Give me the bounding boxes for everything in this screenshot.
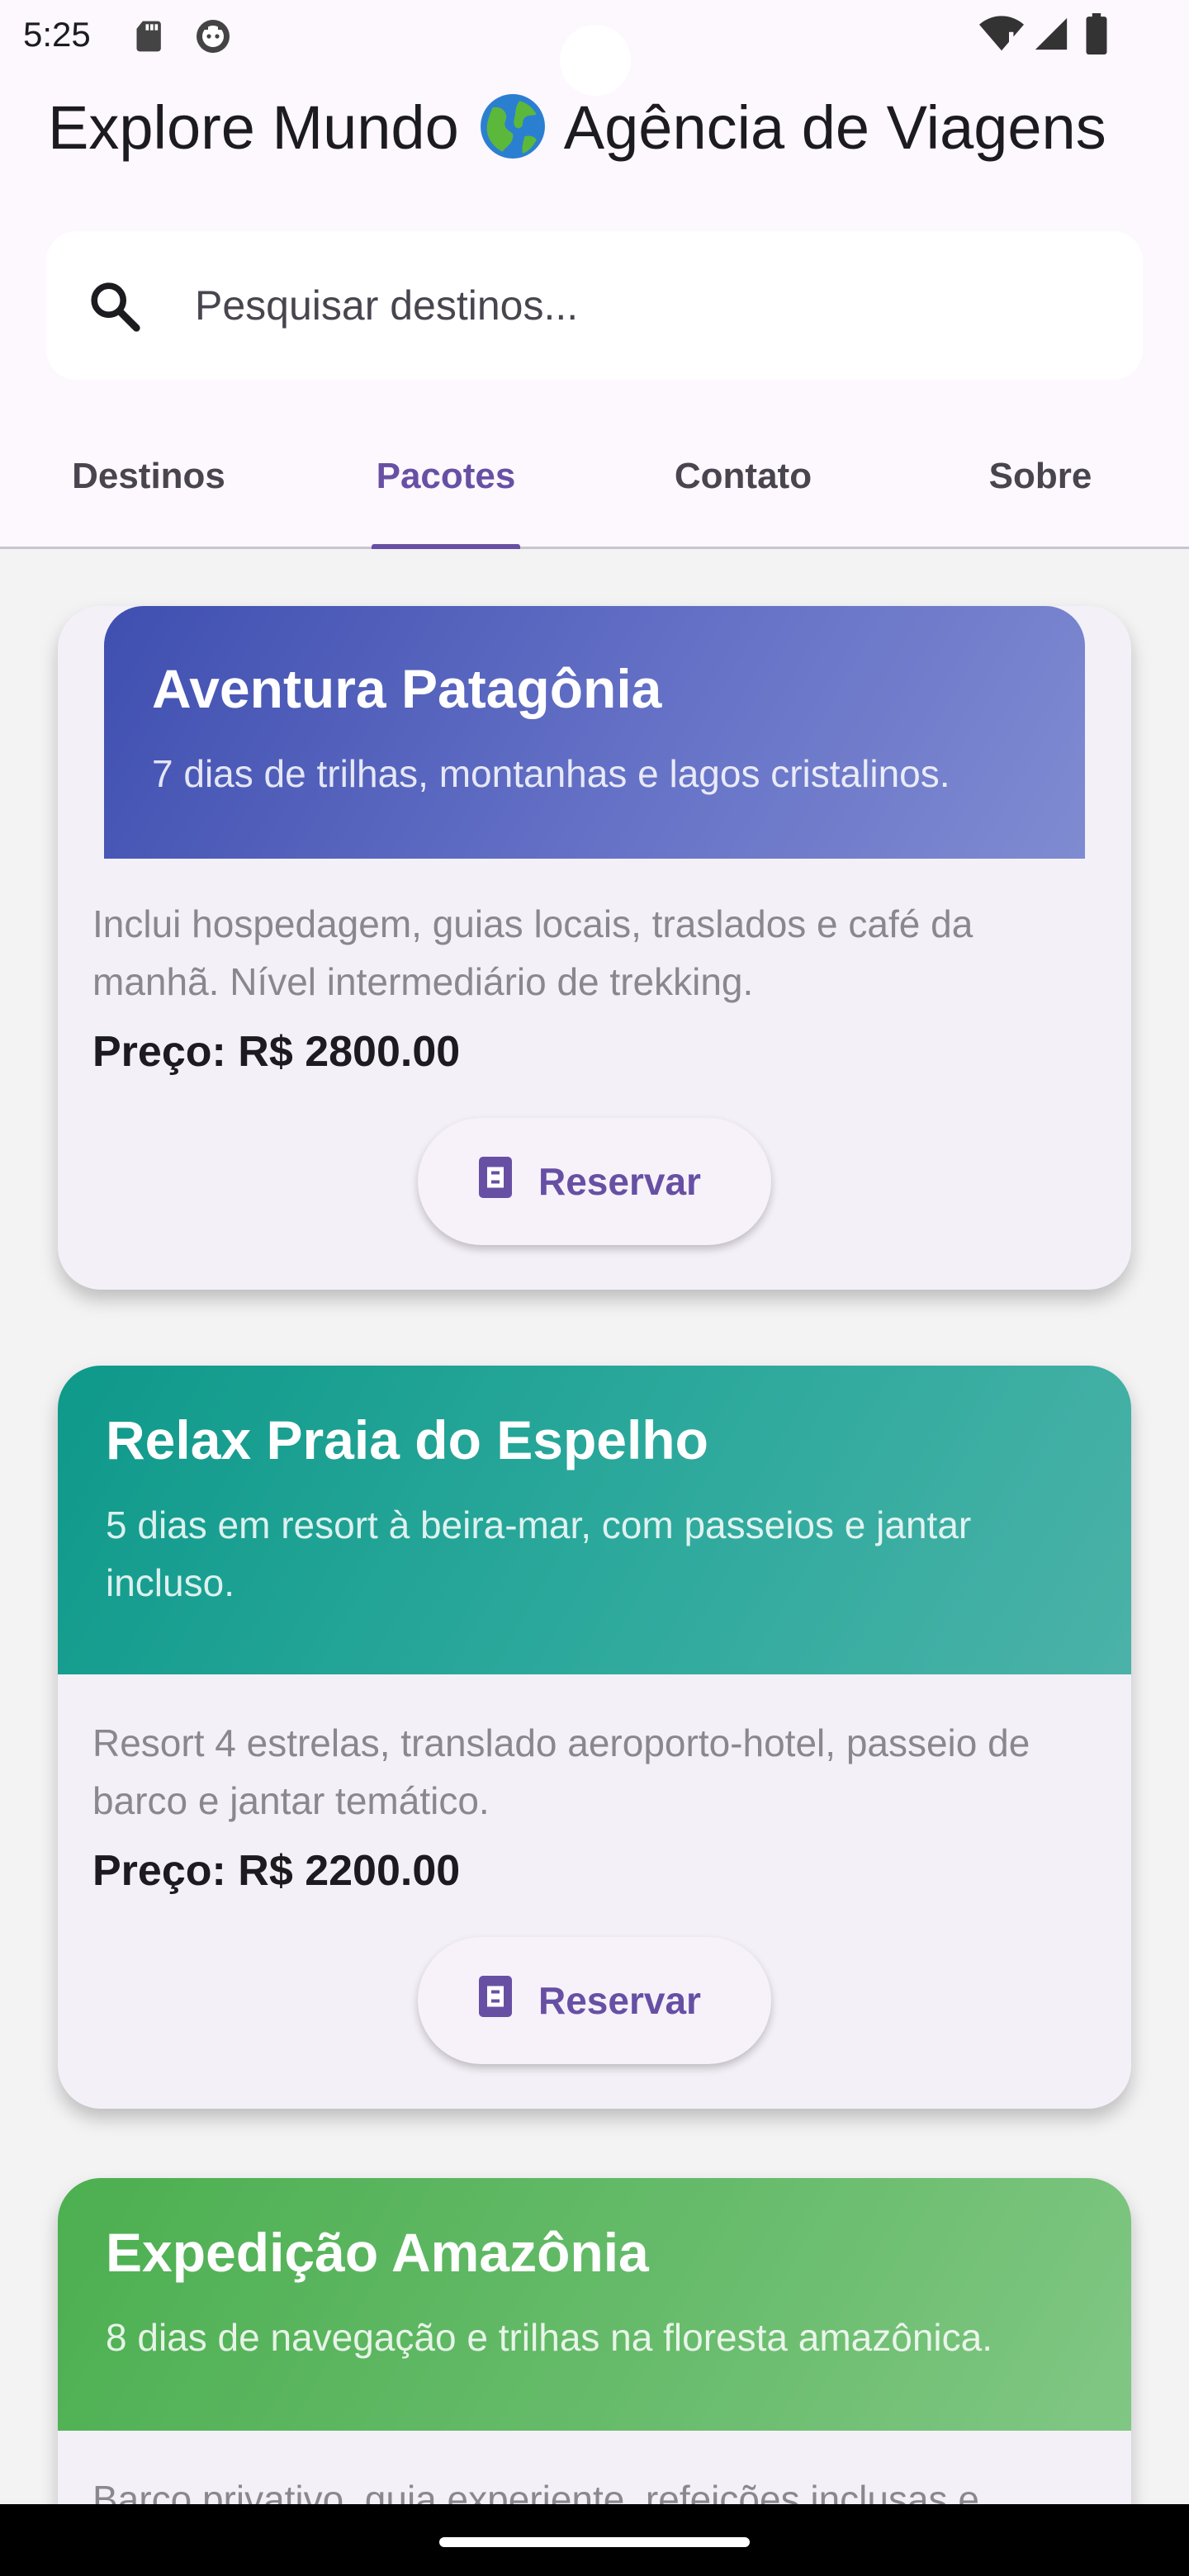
search-input[interactable]: [195, 264, 1103, 347]
tab-contato[interactable]: Contato: [594, 438, 892, 547]
signal-icon: [1032, 15, 1070, 57]
home-handle[interactable]: [439, 2537, 750, 2547]
camera-cutout: [560, 25, 631, 96]
tab-sobre[interactable]: Sobre: [892, 438, 1189, 547]
package-title: Expedição Amazônia: [106, 2222, 649, 2283]
ticket-icon: [479, 1975, 512, 2027]
page-title: Explore Mundo Agência de Viagens: [48, 92, 1154, 163]
tab-bar: Destinos Pacotes Contato Sobre: [0, 438, 1189, 549]
search-bar[interactable]: [46, 231, 1143, 380]
package-subtitle: 8 dias de navegação e trilhas na florest…: [106, 2316, 992, 2359]
globe-icon: [479, 92, 547, 160]
package-price: Preço: R$ 2800.00: [92, 1028, 461, 1076]
ticket-icon: [479, 1156, 512, 1208]
package-card: Relax Praia do Espelho 5 dias em resort …: [58, 1366, 1131, 2109]
status-time: 5:25: [23, 15, 91, 54]
reserve-button-label: Reservar: [538, 1979, 701, 2022]
package-title: Aventura Patagônia: [152, 658, 662, 719]
package-header: Relax Praia do Espelho 5 dias em resort …: [58, 1366, 1131, 1674]
tab-destinos[interactable]: Destinos: [0, 438, 297, 547]
package-header: Aventura Patagônia 7 dias de trilhas, mo…: [104, 606, 1085, 859]
system-navigation-bar: [0, 2504, 1189, 2576]
tab-pacotes[interactable]: Pacotes: [297, 438, 594, 547]
package-header: Expedição Amazônia 8 dias de navegação e…: [58, 2178, 1131, 2431]
search-icon[interactable]: [86, 277, 144, 339]
package-card: Aventura Patagônia 7 dias de trilhas, mo…: [58, 606, 1131, 1290]
package-description: Resort 4 estrelas, translado aeroporto-h…: [92, 1721, 1030, 1822]
package-body: Inclui hospedagem, guias locais, traslad…: [58, 859, 1131, 1285]
sd-card-icon: [132, 18, 168, 59]
title-suffix: Agência de Viagens: [563, 93, 1106, 162]
package-body: Resort 4 estrelas, translado aeroporto-h…: [58, 1674, 1131, 2104]
packages-list[interactable]: Aventura Patagônia 7 dias de trilhas, mo…: [0, 552, 1189, 2504]
reserve-button[interactable]: Reservar: [418, 1118, 771, 1245]
wifi-icon: [979, 15, 1024, 57]
reserve-button[interactable]: Reservar: [418, 1937, 771, 2064]
title-prefix: Explore Mundo: [48, 93, 459, 162]
package-title: Relax Praia do Espelho: [106, 1409, 708, 1470]
reserve-button-label: Reservar: [538, 1160, 701, 1203]
package-body: Barco privativo, guia experiente, refeiç…: [58, 2431, 1131, 2504]
package-description: Inclui hospedagem, guias locais, traslad…: [92, 902, 973, 1003]
package-card: Expedição Amazônia 8 dias de navegação e…: [58, 2178, 1131, 2504]
battery-icon: [1085, 13, 1108, 59]
android-icon: [193, 17, 233, 60]
package-subtitle: 7 dias de trilhas, montanhas e lagos cri…: [152, 752, 950, 795]
package-price: Preço: R$ 2200.00: [92, 1847, 461, 1895]
package-subtitle: 5 dias em resort à beira-mar, com passei…: [106, 1503, 972, 1604]
app-header: 5:25 Explore Mundo Agência de Viagens Pe…: [0, 0, 1189, 549]
package-description: Barco privativo, guia experiente, refeiç…: [92, 2478, 979, 2504]
